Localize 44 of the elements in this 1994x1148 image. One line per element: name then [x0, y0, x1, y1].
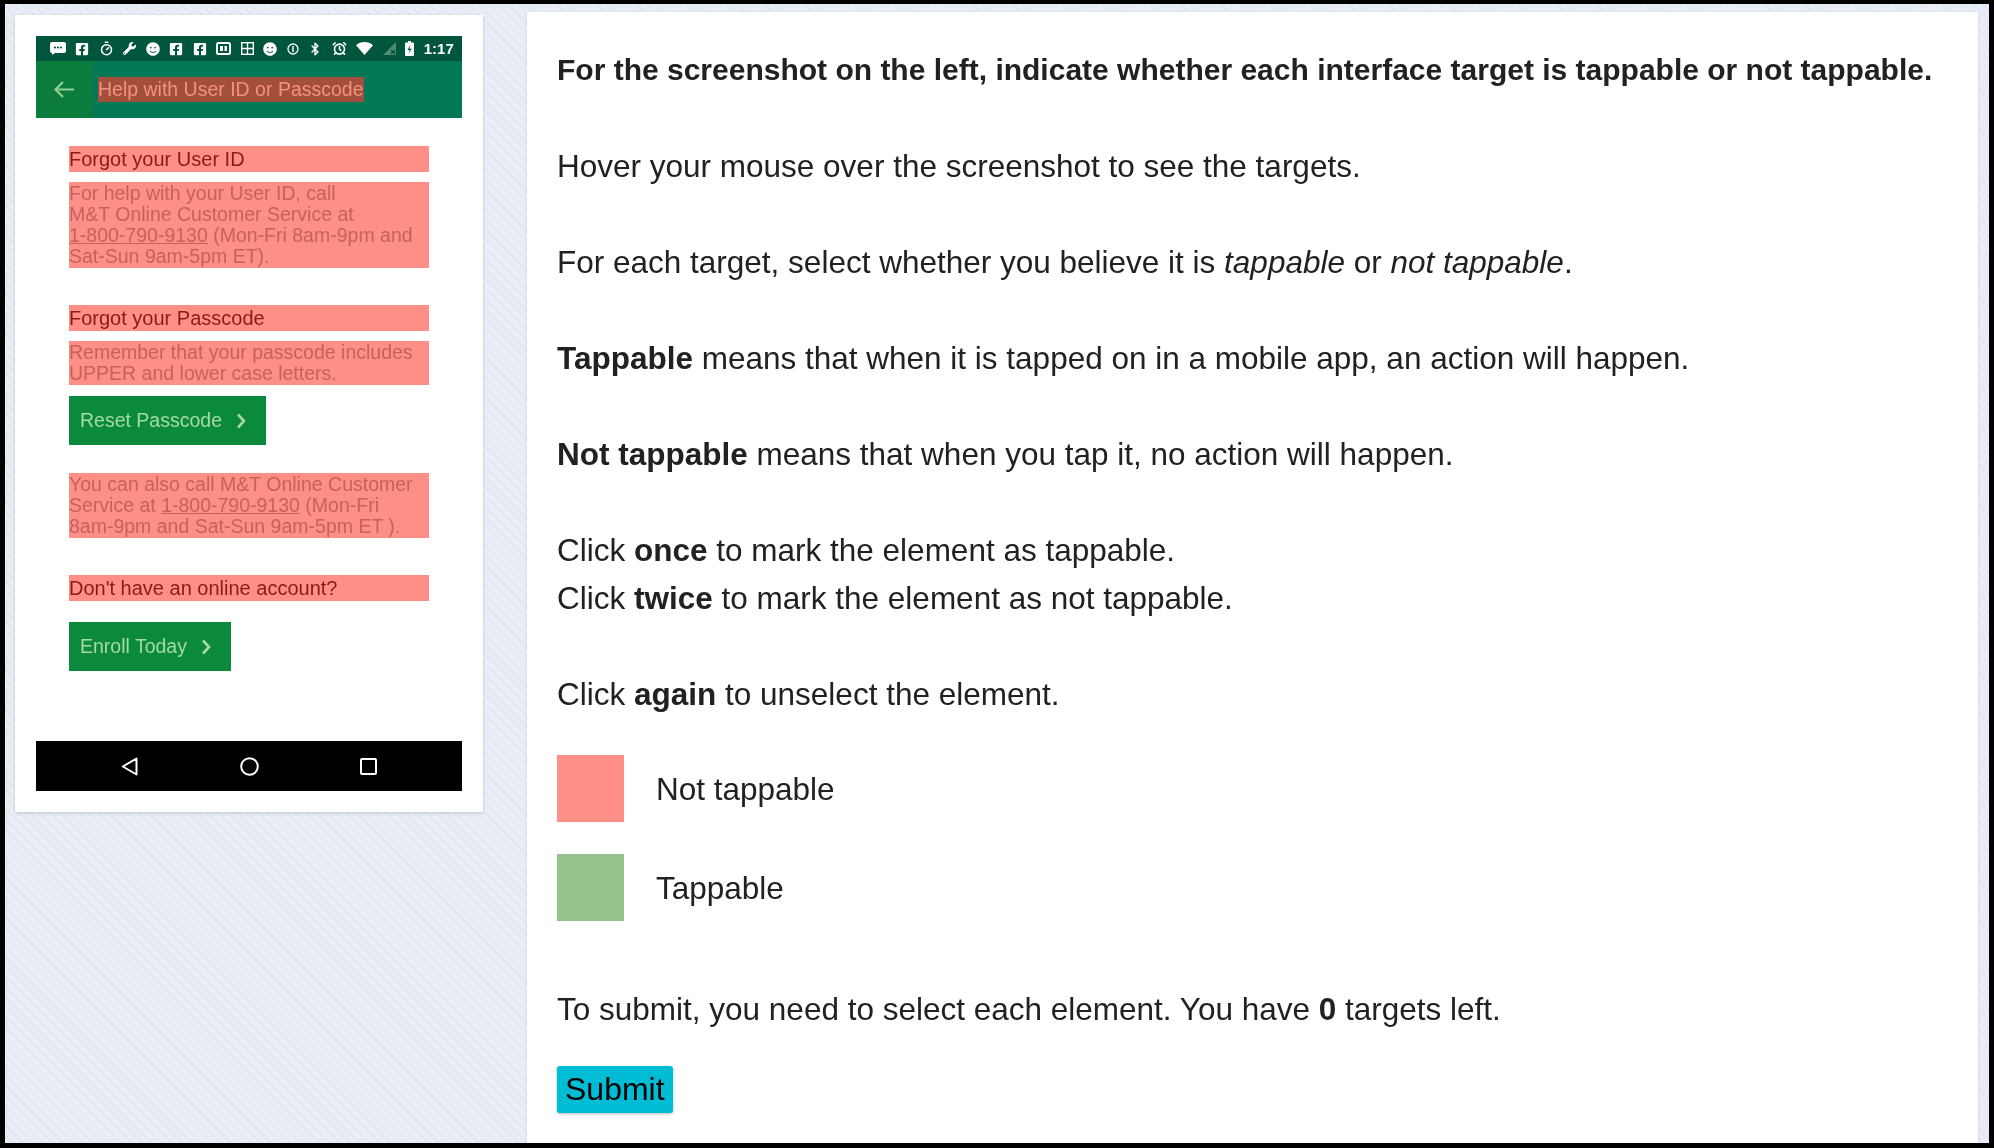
status-time: 1:17 — [423, 41, 454, 56]
recent-apps-icon[interactable] — [360, 757, 377, 775]
back-icon[interactable] — [121, 756, 138, 776]
section-heading: Forgot your Passcode — [69, 305, 429, 331]
instruction-text: Click once to mark the element as tappable. — [557, 531, 1177, 570]
battery-charging-icon — [405, 41, 415, 56]
circle-icon — [286, 42, 299, 55]
app-badge-icon — [216, 42, 232, 55]
facebook-icon — [75, 41, 90, 56]
wifi-icon — [356, 42, 374, 55]
home-icon[interactable] — [239, 756, 259, 776]
help-text: For help with your User ID, call M&T Online Customer Service at 1-800-790-9130 (Mon-Fri 8am-9pm and Sat-Sun 9am-5pm ET). — [69, 182, 429, 268]
message-icon — [50, 42, 66, 55]
smiley-icon — [263, 41, 278, 56]
instructions-title: For the screenshot on the left, indicate whether each interface target is tappable or not tappable. — [557, 52, 1934, 88]
section-heading: Forgot your User ID — [69, 146, 429, 172]
grid-icon — [240, 42, 254, 55]
wrench-icon — [123, 42, 137, 55]
help-text: You can also call M&T Online Customer Service at 1-800-790-9130 (Mon-Fri 8am-9pm and Sat-Sun 9am-5pm ET ). — [69, 473, 429, 538]
facebook-icon — [192, 41, 207, 56]
action-button[interactable]: Enroll Today — [69, 622, 231, 671]
instruction-text: Tappable means that when it is tapped on in a mobile app, an action will happen. — [557, 339, 1691, 378]
legend-label: Not tappable — [656, 769, 835, 809]
smiley-icon — [145, 41, 160, 56]
chevron-right-icon — [236, 412, 246, 429]
screen-title: Help with User ID or Passcode — [98, 77, 364, 102]
alarm-clock-icon — [331, 41, 347, 56]
instruction-text: Click twice to mark the element as not tappable. — [557, 579, 1234, 618]
instruction-text: Not tappable means that when you tap it, no action will happen. — [557, 435, 1455, 474]
instruction-text: Click again to unselect the element. — [557, 675, 1061, 714]
action-button[interactable]: Reset Passcode — [69, 396, 266, 445]
instruction-text: Hover your mouse over the screenshot to see the targets. — [557, 147, 1362, 186]
facebook-icon — [169, 41, 184, 56]
help-text: Remember that your passcode includes UPPER and lower case letters. — [69, 341, 429, 385]
chevron-right-icon — [200, 638, 211, 655]
instruction-text: For each target, select whether you believe it is tappable or not tappable. — [557, 243, 1574, 282]
no-signal-icon — [382, 42, 396, 55]
phone-link[interactable]: 1-800-790-9130 — [69, 224, 208, 246]
submit-button[interactable]: Submit — [557, 1066, 673, 1113]
timer-icon — [98, 41, 114, 56]
submit-note: To submit, you need to select each element. You have 0 targets left. — [557, 990, 1502, 1029]
legend-label: Tappable — [656, 868, 784, 908]
section-heading: Don't have an online account? — [69, 575, 429, 601]
phone-link[interactable]: 1-800-790-9130 — [161, 494, 300, 516]
